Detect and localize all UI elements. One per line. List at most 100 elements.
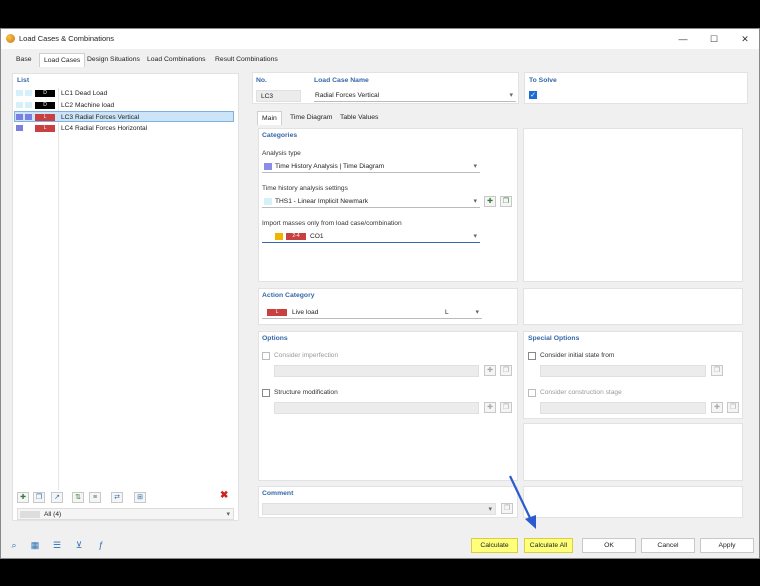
filter-icon[interactable]: ⇄ [111,492,123,503]
load-case-name-select[interactable]: Radial Forces Vertical ▾ [314,90,516,102]
ths-swatch [264,198,272,205]
function-icon[interactable]: ƒ [95,539,107,551]
chevron-down-icon: ▾ [473,233,477,240]
tab-base[interactable]: Base [12,53,36,67]
tab-result-combinations[interactable]: Result Combinations [211,53,282,67]
initial-state-label: Consider initial state from [540,352,615,359]
calculate-all-button[interactable]: Calculate All [524,538,573,553]
categories-header: Categories [262,132,298,139]
comment-field[interactable]: ▾ [262,503,496,515]
units-icon[interactable]: ▦ [29,539,41,551]
initial-state-checkbox[interactable] [528,352,536,360]
filter-value: All (4) [44,511,62,518]
list-divider [58,88,59,490]
main-tabs: Base Load Cases Design Situations Load C… [1,49,759,67]
chevron-down-icon: ▾ [509,92,513,99]
apply-button[interactable]: Apply [700,538,754,553]
analysis-type-label: Analysis type [262,150,301,157]
list-filter-select[interactable]: All (4) ▾ [17,508,234,520]
dialog-window: Load Cases & Combinations — ☐ ✕ Base Loa… [0,28,760,559]
load-case-name-value: Radial Forces Vertical [315,92,380,99]
edit-icon: ❐ [711,365,723,376]
edit-icon: ❐ [727,402,739,413]
delete-icon[interactable]: ✖ [220,490,228,501]
list-item-name: Radial Forces Vertical [75,114,140,121]
construction-stage-checkbox[interactable] [528,389,536,397]
list-item-id: LC4 [61,125,74,132]
special-side-panel [523,423,743,481]
chevron-down-icon: ▾ [473,163,477,170]
to-solve-panel: To Solve ✓ [524,72,748,104]
color-swatch [25,125,32,131]
subtab-time-diagram[interactable]: Time Diagram [286,111,336,125]
copy-icon[interactable]: ❐ [33,492,45,503]
renumber-icon[interactable]: ≡ [89,492,101,503]
title-bar: Load Cases & Combinations — ☐ ✕ [1,29,759,49]
list-panel: List D LC1 Dead Load D LC2 Machine load … [12,73,239,521]
close-button[interactable]: ✕ [735,32,755,46]
import-masses-value: CO1 [310,233,324,240]
structure-modification-field [274,402,479,414]
list-item[interactable]: L LC4 Radial Forces Horizontal [14,123,234,134]
color-swatch [25,90,32,96]
comment-header: Comment [262,490,294,497]
export-icon[interactable]: ↗ [51,492,63,503]
no-label: No. [256,77,267,84]
filter-swatch [20,511,40,518]
options-header: Options [262,335,288,342]
edit-icon: ❐ [500,365,512,376]
tab-design-situations[interactable]: Design Situations [83,53,144,67]
imperfection-field [274,365,479,377]
combo-tag: 2-4 [286,233,306,240]
ths-select[interactable]: THS1 - Linear Implicit Newmark ▾ [262,196,480,208]
top-fields-panel: No. LC3 Load Case Name Radial Forces Ver… [252,72,519,104]
analysis-type-select[interactable]: Time History Analysis | Time Diagram ▾ [262,161,480,173]
action-tag: D [35,102,55,109]
search-icon[interactable]: ⌕ [8,539,20,551]
app-icon [6,34,15,43]
no-field[interactable]: LC3 [256,90,301,102]
structure-modification-checkbox[interactable] [262,389,270,397]
comment-panel: Comment ▾ ❐ [258,486,518,518]
new-icon[interactable]: ✚ [17,492,29,503]
list-item[interactable]: D LC2 Machine load [14,100,234,111]
consider-imperfection-checkbox[interactable] [262,352,270,360]
maximize-button[interactable]: ☐ [704,32,724,46]
options-panel: Options Consider imperfection ✚ ❐ Struct… [258,331,518,481]
window-title: Load Cases & Combinations [19,34,115,43]
import-masses-select[interactable]: 2-4 CO1 ▾ [262,231,480,243]
tab-load-cases[interactable]: Load Cases [39,53,86,67]
action-tag: L [35,114,55,121]
import-masses-label: Import masses only from load case/combin… [262,220,402,227]
calculate-button[interactable]: Calculate [471,538,518,553]
minimize-button[interactable]: — [673,32,693,46]
color-swatch [16,125,23,131]
list-item-id: LC3 [61,114,74,121]
cancel-button[interactable]: Cancel [641,538,695,553]
list-item-id: LC1 [61,90,74,97]
to-solve-checkbox[interactable]: ✓ [529,91,537,99]
consider-imperfection-label: Consider imperfection [274,352,339,359]
sort-icon[interactable]: ⇅ [72,492,84,503]
expand-icon[interactable]: ⊞ [134,492,146,503]
new-icon: ✚ [484,365,496,376]
subtab-table-values[interactable]: Table Values [336,111,382,125]
list-item-name: Radial Forces Horizontal [75,125,148,132]
action-category-select[interactable]: L Live load L ▾ [262,307,482,319]
color-swatch [16,90,23,96]
list-item[interactable]: D LC1 Dead Load [14,88,234,99]
filter-icon[interactable]: ⊻ [73,539,85,551]
ths-value: THS1 - Linear Implicit Newmark [275,198,369,205]
subtab-main[interactable]: Main [257,111,282,125]
edit-ths-icon[interactable]: ❐ [500,196,512,207]
analysis-swatch [264,163,272,170]
table-icon[interactable]: ☰ [51,539,63,551]
tab-load-combinations[interactable]: Load Combinations [143,53,210,67]
construction-stage-field [540,402,706,414]
chevron-down-icon: ▾ [473,198,477,205]
annotation-arrow-icon [509,475,536,529]
ths-label: Time history analysis settings [262,185,348,192]
new-ths-icon[interactable]: ✚ [484,196,496,207]
ok-button[interactable]: OK [582,538,636,553]
list-item-selected[interactable]: L LC3 Radial Forces Vertical [14,111,234,122]
